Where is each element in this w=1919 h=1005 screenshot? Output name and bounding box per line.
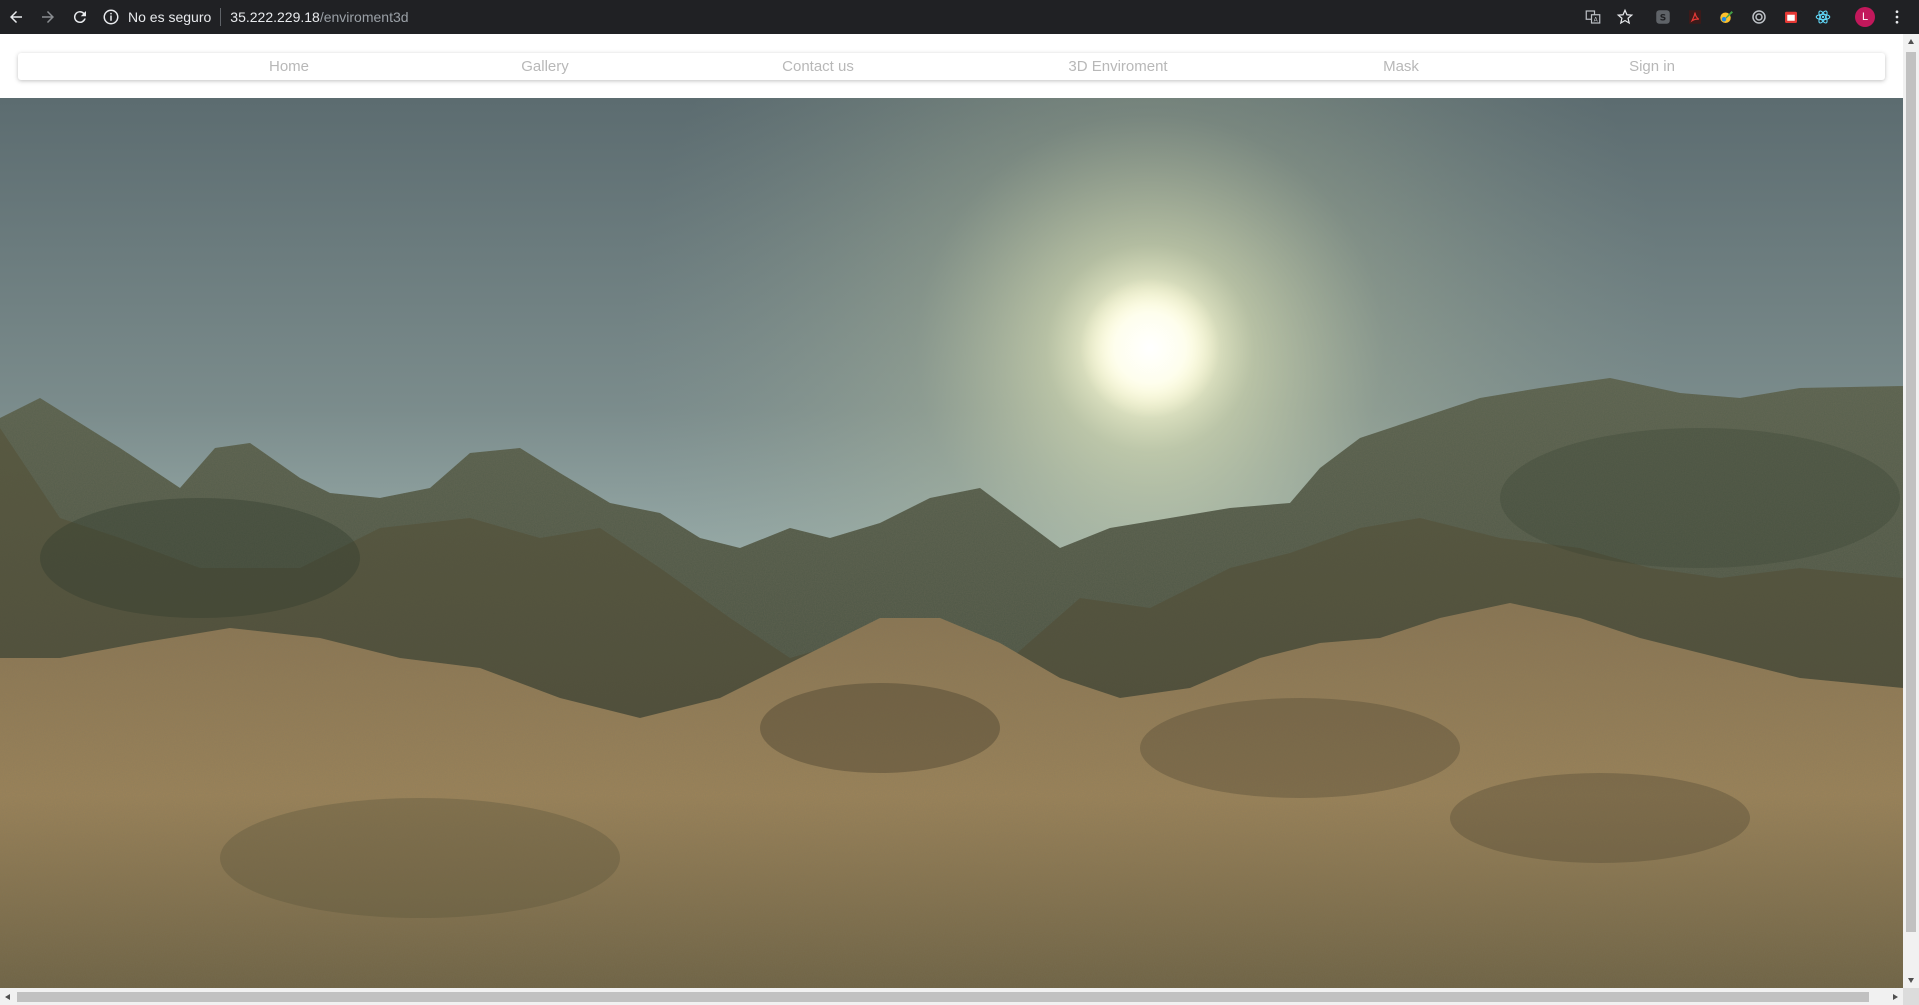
react-devtools-extension[interactable] [1807,0,1839,34]
avatar: L [1855,7,1875,27]
scrollbar-corner [1903,988,1919,1005]
nav-link-contact[interactable]: Contact us [782,58,854,75]
nav-link-sign-in[interactable]: Sign in [1629,58,1675,75]
horizontal-scrollbar[interactable] [0,988,1903,1005]
omnibox-divider [220,8,222,26]
browser-actions: A S L [1577,0,1919,34]
svg-text:S: S [1660,13,1666,23]
bookmark-button[interactable] [1609,0,1641,34]
forward-icon [42,11,54,23]
url-host: 35.222.229.18 [230,9,320,25]
back-icon [10,11,22,23]
menu-icon [1895,10,1899,24]
back-button[interactable] [0,0,32,34]
scroll-right-button[interactable] [1887,988,1903,1005]
navbar-area: Home Gallery Contact us 3D Enviroment Ma… [0,34,1903,98]
scroll-down-button[interactable] [1903,972,1919,988]
horizontal-scroll-thumb[interactable] [17,992,1869,1002]
navbar: Home Gallery Contact us 3D Enviroment Ma… [18,53,1885,80]
translate-button[interactable]: A [1577,0,1609,34]
nav-link-mask[interactable]: Mask [1383,58,1419,75]
reload-icon [73,11,86,24]
forward-button[interactable] [32,0,64,34]
skype-extension[interactable]: S [1647,0,1679,34]
star-icon [1616,8,1634,25]
info-icon[interactable] [102,8,120,26]
color-picker-extension[interactable] [1711,0,1743,34]
address-bar[interactable]: No es seguro 35.222.229.18/enviroment3d [102,0,409,34]
puzzle-extension[interactable] [1775,0,1807,34]
nav-link-home[interactable]: Home [269,58,309,75]
3d-environment-canvas[interactable] [0,98,1903,988]
url-path: /enviroment3d [319,9,409,25]
browser-toolbar: No es seguro 35.222.229.18/enviroment3d … [0,0,1919,34]
scroll-right-icon [1893,993,1898,1000]
terrain-scene [0,98,1903,988]
profile-button[interactable]: L [1849,0,1881,34]
page-viewport: Home Gallery Contact us 3D Enviroment Ma… [0,34,1903,988]
security-status: No es seguro [128,9,212,25]
nav-link-gallery[interactable]: Gallery [521,58,569,75]
scroll-up-button[interactable] [1903,34,1919,50]
translate-icon: A [1585,10,1601,24]
browser-menu-button[interactable] [1881,0,1913,34]
reload-button[interactable] [64,0,96,34]
color-picker-icon [1720,11,1733,23]
react-icon [1815,10,1831,24]
target-icon [1752,10,1766,24]
skype-icon: S [1656,10,1670,24]
pdf-extension[interactable] [1679,0,1711,34]
scroll-down-icon [1908,978,1914,983]
pdf-icon [1689,10,1701,24]
vertical-scrollbar[interactable] [1903,34,1919,988]
nav-link-3d-enviroment[interactable]: 3D Enviroment [1068,58,1167,75]
extension-icon [1785,11,1797,23]
scroll-left-icon [5,993,10,1000]
scroll-up-icon [1908,39,1914,44]
vertical-scroll-thumb[interactable] [1906,52,1916,932]
target-extension[interactable] [1743,0,1775,34]
scroll-left-button[interactable] [0,988,16,1005]
